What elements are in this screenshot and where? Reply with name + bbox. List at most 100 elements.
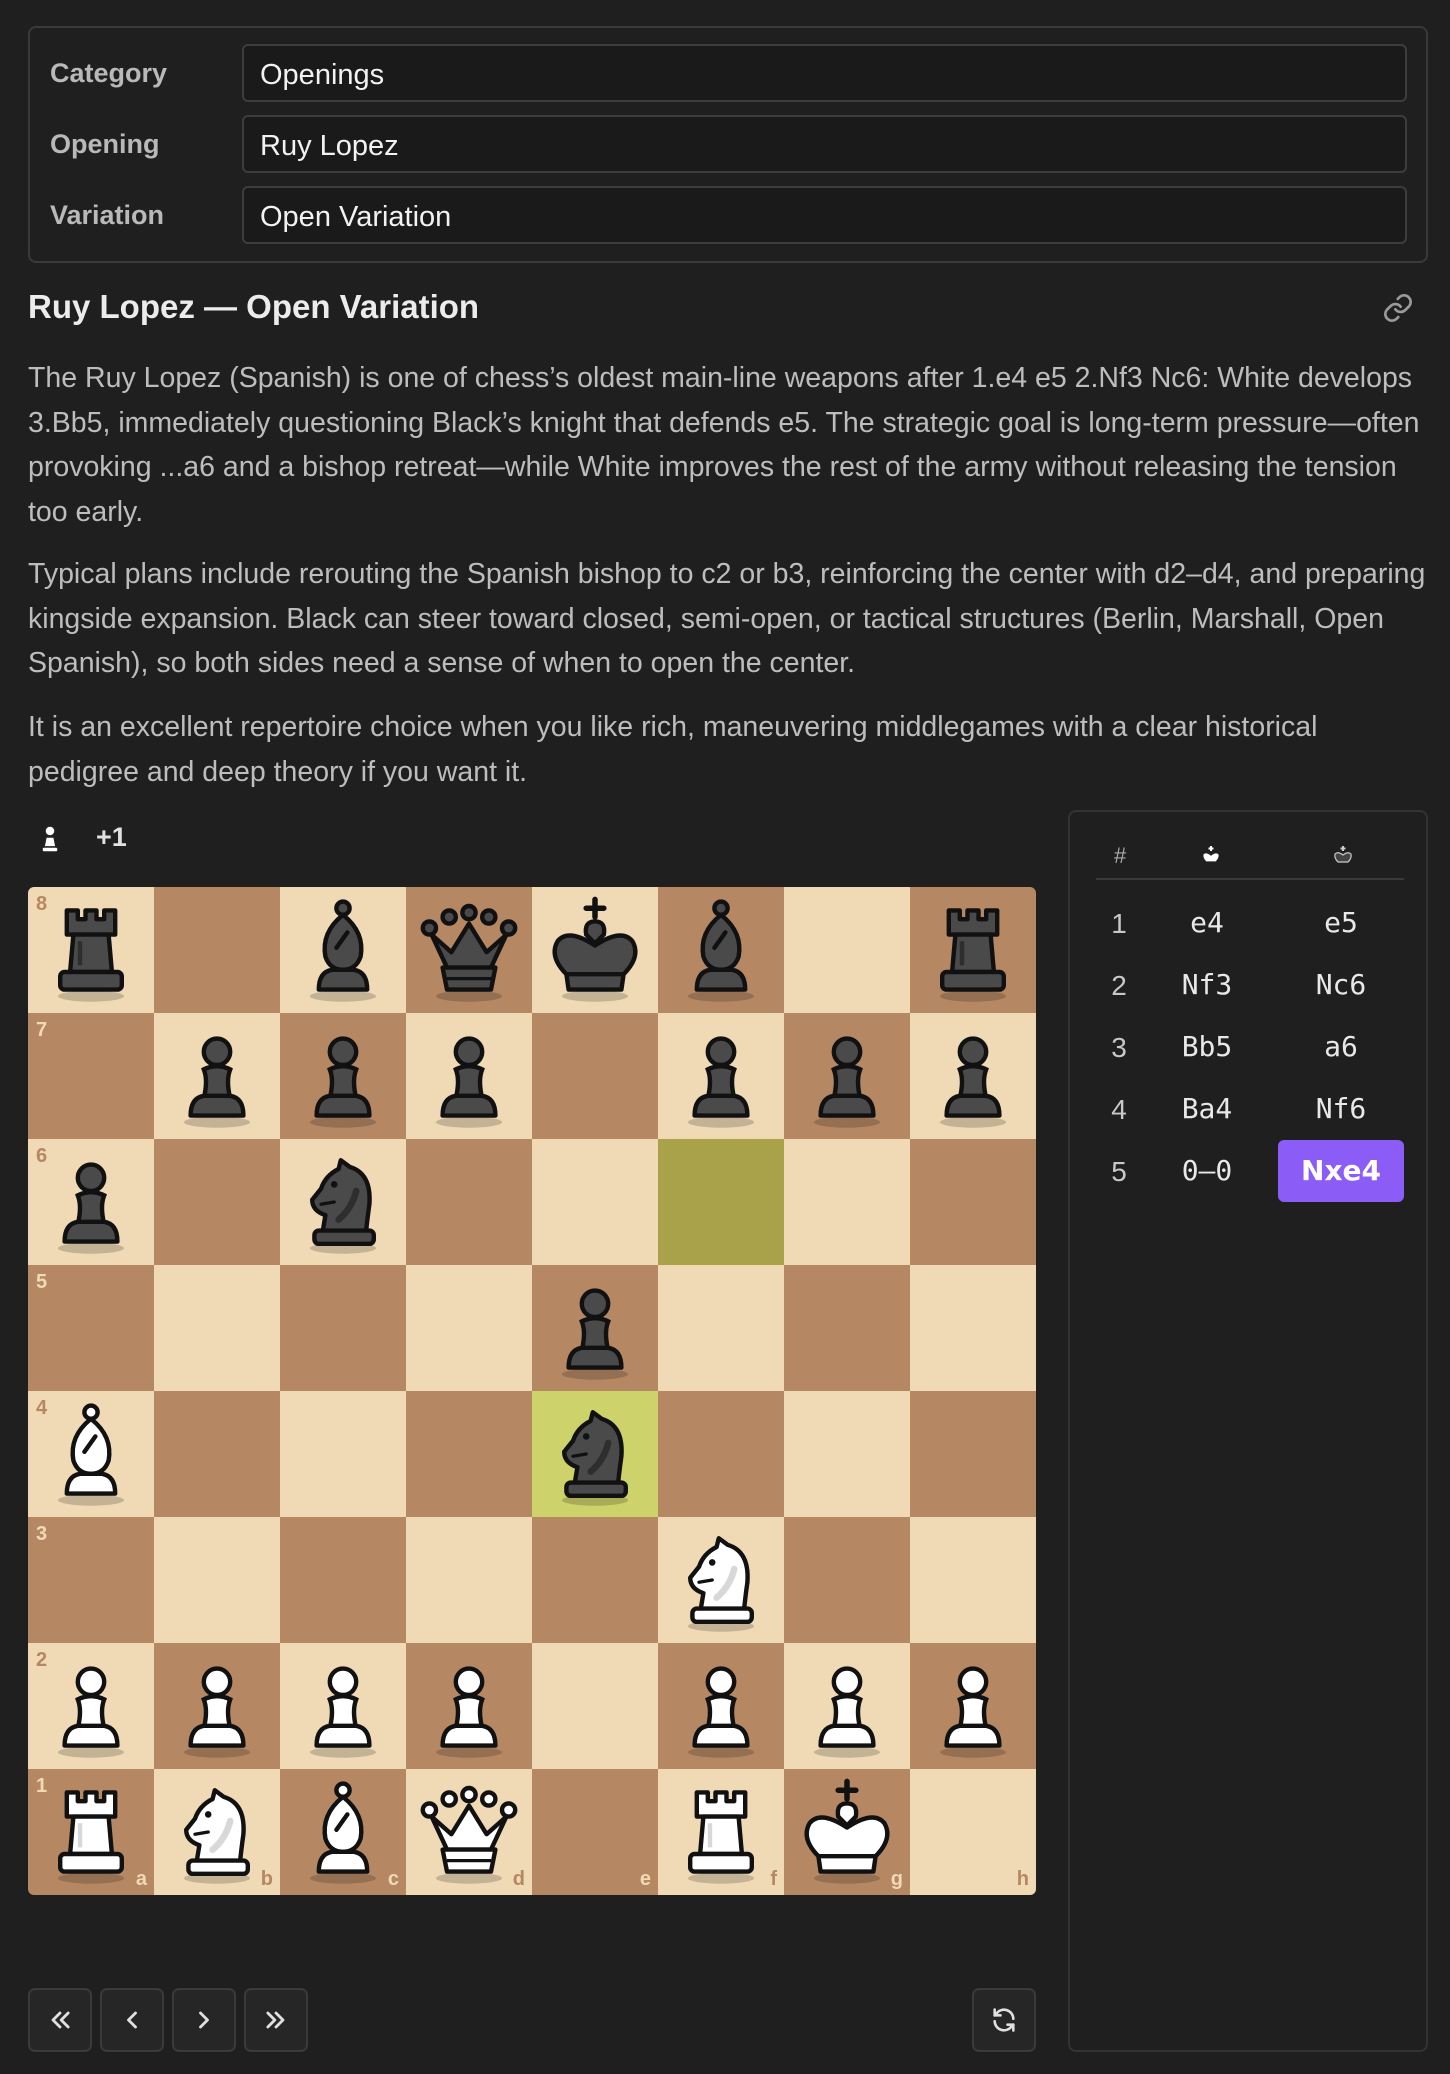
square-b4[interactable] [154, 1391, 280, 1517]
square-a4[interactable]: 4 [28, 1391, 154, 1517]
black-move[interactable]: a6 [1278, 1016, 1404, 1078]
square-e2[interactable] [532, 1643, 658, 1769]
square-e3[interactable] [532, 1517, 658, 1643]
square-e8[interactable] [532, 887, 658, 1013]
square-h2[interactable] [910, 1643, 1036, 1769]
square-f2[interactable] [658, 1643, 784, 1769]
square-b3[interactable] [154, 1517, 280, 1643]
white-move[interactable]: Ba4 [1144, 1078, 1270, 1140]
square-c8[interactable] [280, 887, 406, 1013]
square-a2[interactable]: 2 [28, 1643, 154, 1769]
white-pawn-icon[interactable] [792, 1651, 902, 1761]
next-move-button[interactable] [172, 1988, 236, 2052]
black-knight-icon[interactable] [540, 1399, 650, 1509]
square-d5[interactable] [406, 1265, 532, 1391]
square-b6[interactable] [154, 1139, 280, 1265]
square-a3[interactable]: 3 [28, 1517, 154, 1643]
square-g1[interactable]: g [784, 1769, 910, 1895]
square-a8[interactable]: 8 [28, 887, 154, 1013]
white-rook-icon[interactable] [36, 1777, 146, 1887]
square-b1[interactable]: b [154, 1769, 280, 1895]
square-h7[interactable] [910, 1013, 1036, 1139]
variation-select[interactable]: Open Variation [242, 186, 1407, 244]
square-b8[interactable] [154, 887, 280, 1013]
black-king-icon[interactable] [540, 895, 650, 1005]
white-bishop-icon[interactable] [288, 1777, 398, 1887]
black-bishop-icon[interactable] [288, 895, 398, 1005]
white-pawn-icon[interactable] [288, 1651, 398, 1761]
opening-select[interactable]: Ruy Lopez [242, 115, 1407, 173]
square-d3[interactable] [406, 1517, 532, 1643]
square-d1[interactable]: d [406, 1769, 532, 1895]
square-d8[interactable] [406, 887, 532, 1013]
square-f5[interactable] [658, 1265, 784, 1391]
square-d7[interactable] [406, 1013, 532, 1139]
black-queen-icon[interactable] [414, 895, 524, 1005]
square-g4[interactable] [784, 1391, 910, 1517]
square-h3[interactable] [910, 1517, 1036, 1643]
white-pawn-icon[interactable] [36, 1651, 146, 1761]
square-d4[interactable] [406, 1391, 532, 1517]
white-knight-icon[interactable] [666, 1525, 776, 1635]
white-move[interactable]: Bb5 [1144, 1016, 1270, 1078]
last-move-button[interactable] [244, 1988, 308, 2052]
square-a7[interactable]: 7 [28, 1013, 154, 1139]
white-move[interactable]: Nf3 [1144, 954, 1270, 1016]
link-icon[interactable] [1382, 292, 1414, 324]
black-rook-icon[interactable] [918, 895, 1028, 1005]
white-move[interactable]: e4 [1144, 892, 1270, 954]
square-h8[interactable] [910, 887, 1036, 1013]
square-f4[interactable] [658, 1391, 784, 1517]
square-c1[interactable]: c [280, 1769, 406, 1895]
white-pawn-icon[interactable] [162, 1651, 272, 1761]
black-move[interactable]: Nc6 [1278, 954, 1404, 1016]
square-g2[interactable] [784, 1643, 910, 1769]
flip-board-button[interactable] [972, 1988, 1036, 2052]
active-black-move[interactable]: Nxe4 [1278, 1140, 1404, 1202]
square-g5[interactable] [784, 1265, 910, 1391]
previous-move-button[interactable] [100, 1988, 164, 2052]
square-g8[interactable] [784, 887, 910, 1013]
white-pawn-icon[interactable] [666, 1651, 776, 1761]
black-pawn-icon[interactable] [162, 1021, 272, 1131]
square-b2[interactable] [154, 1643, 280, 1769]
white-pawn-icon[interactable] [918, 1651, 1028, 1761]
square-a6[interactable]: 6 [28, 1139, 154, 1265]
white-bishop-icon[interactable] [36, 1399, 146, 1509]
square-f3[interactable] [658, 1517, 784, 1643]
square-e4[interactable] [532, 1391, 658, 1517]
square-f8[interactable] [658, 887, 784, 1013]
white-king-icon[interactable] [792, 1777, 902, 1887]
black-pawn-icon[interactable] [540, 1273, 650, 1383]
category-select[interactable]: Openings [242, 44, 1407, 102]
black-pawn-icon[interactable] [288, 1021, 398, 1131]
black-bishop-icon[interactable] [666, 895, 776, 1005]
black-pawn-icon[interactable] [666, 1021, 776, 1131]
square-e5[interactable] [532, 1265, 658, 1391]
square-c2[interactable] [280, 1643, 406, 1769]
black-pawn-icon[interactable] [36, 1147, 146, 1257]
white-rook-icon[interactable] [666, 1777, 776, 1887]
square-g6[interactable] [784, 1139, 910, 1265]
square-c7[interactable] [280, 1013, 406, 1139]
square-d2[interactable] [406, 1643, 532, 1769]
square-a1[interactable]: 1a [28, 1769, 154, 1895]
square-e1[interactable]: e [532, 1769, 658, 1895]
square-c4[interactable] [280, 1391, 406, 1517]
chess-board[interactable]: 8 7 6 5 4 3 2 1 a b c d e f g h [28, 887, 1036, 1895]
square-b7[interactable] [154, 1013, 280, 1139]
square-h5[interactable] [910, 1265, 1036, 1391]
square-f6[interactable] [658, 1139, 784, 1265]
black-rook-icon[interactable] [36, 895, 146, 1005]
square-f7[interactable] [658, 1013, 784, 1139]
square-g3[interactable] [784, 1517, 910, 1643]
square-a5[interactable]: 5 [28, 1265, 154, 1391]
black-pawn-icon[interactable] [414, 1021, 524, 1131]
white-queen-icon[interactable] [414, 1777, 524, 1887]
square-c5[interactable] [280, 1265, 406, 1391]
white-move[interactable]: 0–0 [1144, 1140, 1270, 1202]
square-e7[interactable] [532, 1013, 658, 1139]
square-h4[interactable] [910, 1391, 1036, 1517]
first-move-button[interactable] [28, 1988, 92, 2052]
square-h1[interactable]: h [910, 1769, 1036, 1895]
